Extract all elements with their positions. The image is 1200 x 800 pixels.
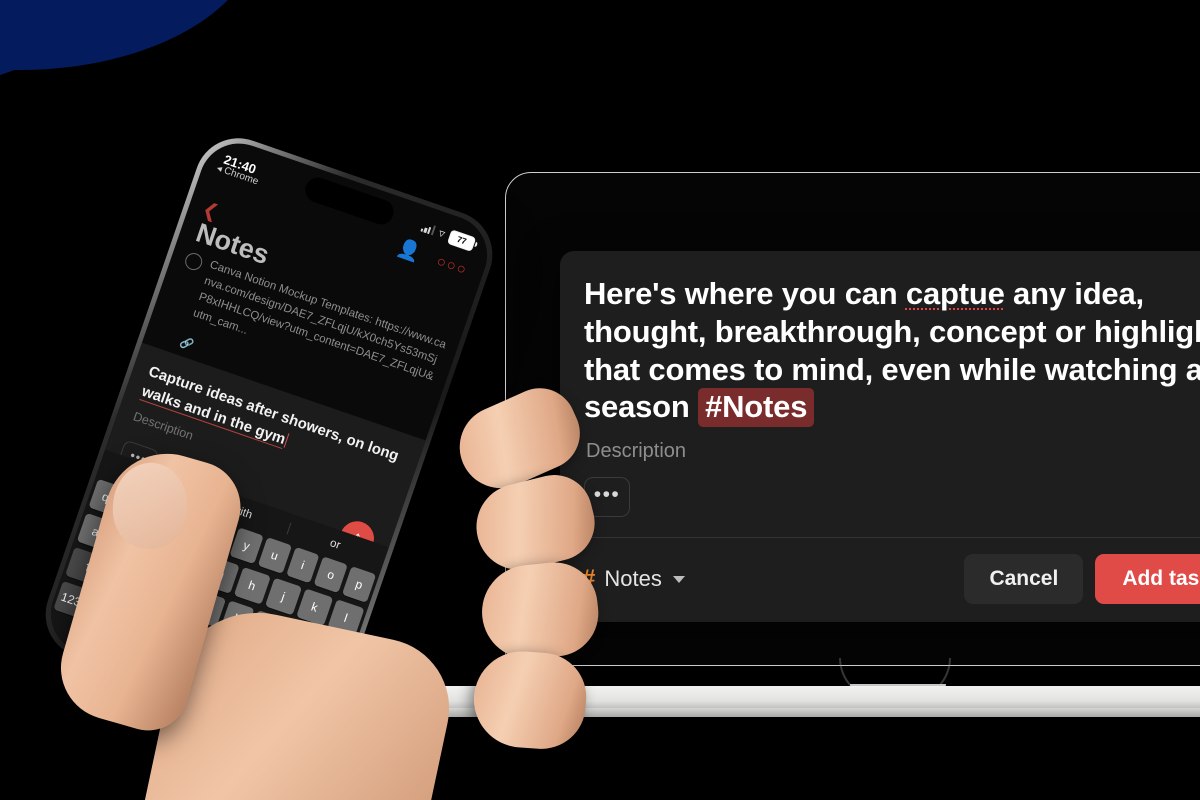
key-h[interactable]: h [233, 566, 271, 605]
key-v[interactable]: v [191, 590, 227, 628]
emoji-icon[interactable]: 😀 [82, 590, 118, 629]
key-m[interactable]: m [277, 620, 312, 657]
key-numbers[interactable]: 123 [53, 580, 89, 619]
project-name-label: Notes [604, 566, 662, 592]
project-selector[interactable]: # Notes [582, 565, 685, 593]
key-l[interactable]: l [327, 599, 365, 637]
overflow-menu-icon[interactable]: ○○○ [434, 252, 469, 278]
signal-bars-icon [419, 222, 436, 236]
task-card-footer: # Notes Cancel Add task [560, 538, 1200, 622]
key-a[interactable]: a [76, 512, 115, 551]
key-g[interactable]: g [202, 555, 240, 594]
task-description-input[interactable]: Description [586, 440, 1200, 463]
more-dots-icon: ••• [593, 482, 621, 506]
key-d[interactable]: d [139, 534, 177, 573]
phone-notes-view: ❮ Notes Canva Notion Mockup Templates: h… [40, 191, 478, 737]
link-icon: 🔗 [178, 336, 196, 353]
hash-icon: # [582, 565, 596, 593]
battery-level-label: 77 [455, 233, 468, 247]
checkbox-circle-icon[interactable] [182, 250, 205, 273]
laptop-base-lip [441, 708, 1200, 717]
task-card-body: Here's where you can captue any idea, th… [560, 251, 1200, 537]
mic-icon[interactable]: 🎤 [305, 667, 342, 706]
wifi-icon: ▿ [436, 225, 448, 241]
task-title-input[interactable]: Here's where you can captue any idea, th… [584, 275, 1200, 428]
backspace-icon[interactable]: ⌫ [305, 629, 353, 671]
battery-icon: 77 [447, 228, 477, 252]
task-title-misspelled-word: captue [905, 276, 1005, 311]
cancel-button[interactable]: Cancel [964, 554, 1084, 605]
key-c[interactable]: c [163, 580, 198, 618]
key-x[interactable]: x [134, 570, 170, 608]
key-b[interactable]: b [220, 600, 255, 638]
add-task-card: Here's where you can captue any idea, th… [560, 251, 1200, 623]
key-at[interactable]: @ [247, 647, 283, 685]
key-hash[interactable]: # [276, 657, 312, 695]
dynamic-island [301, 174, 397, 228]
screenshot-canvas: Here's where you can captue any idea, th… [0, 0, 1200, 800]
shift-icon[interactable]: ⇧ [65, 546, 112, 589]
laptop-base [425, 686, 1200, 710]
phone-mockup: 21:40 ▿ 77 ◂ Chrome 👤 ○○○ ❮ Notes Canva … [33, 126, 603, 800]
key-s[interactable]: s [108, 523, 146, 562]
key-j[interactable]: j [264, 577, 302, 616]
navy-decoration-shape-2 [0, 0, 260, 70]
task-title-text-before: Here's where you can [584, 276, 906, 311]
key-f[interactable]: f [170, 545, 208, 584]
phone-device: 21:40 ▿ 77 ◂ Chrome 👤 ○○○ ❮ Notes Canva … [33, 126, 505, 743]
chevron-down-icon [672, 575, 685, 583]
key-z[interactable]: z [105, 561, 141, 598]
key-n[interactable]: n [248, 610, 284, 648]
add-task-button[interactable]: Add task [1095, 554, 1200, 605]
key-k[interactable]: k [295, 588, 334, 627]
task-label-chip[interactable]: #Notes [698, 388, 815, 428]
more-options-button[interactable]: ••• [584, 477, 630, 518]
